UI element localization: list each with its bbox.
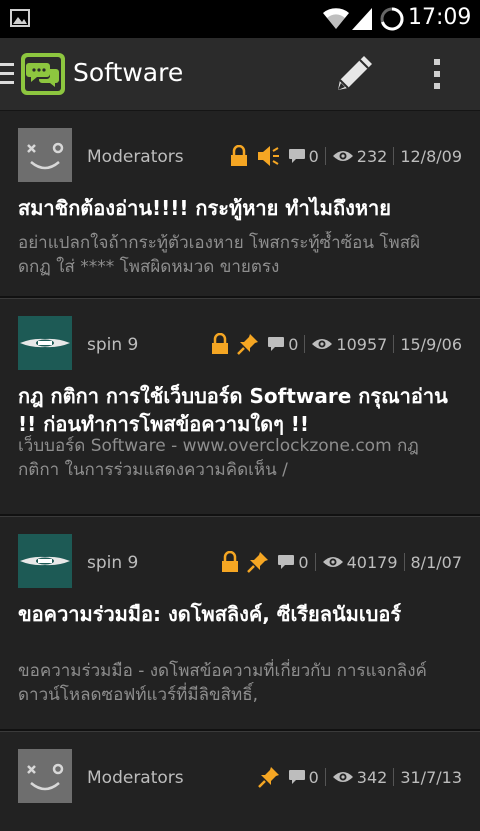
views-count: 342 — [332, 767, 388, 787]
replies-value: 0 — [308, 146, 319, 166]
overflow-menu-icon[interactable] — [431, 57, 443, 91]
divider — [314, 553, 316, 571]
signal-icon — [352, 8, 372, 30]
app-logo-chat-icon[interactable] — [20, 52, 66, 96]
mini-works-avatar-icon — [18, 316, 72, 370]
thread-item[interactable]: Moderators 0 342 31/7/13 — [0, 731, 480, 831]
views-value: 10957 — [336, 334, 388, 354]
compose-pencil-icon[interactable] — [334, 52, 376, 94]
comment-icon — [288, 149, 305, 163]
eye-icon — [332, 151, 353, 161]
eye-icon — [312, 339, 333, 349]
thread-list: Moderators 0 232 12/8/09 สมาชิกต้องอ่าน!… — [0, 110, 480, 831]
thread-meta: 0 10957 15/9/06 — [211, 332, 462, 356]
thread-meta: 0 232 12/8/09 — [230, 144, 462, 168]
thread-date: 15/9/06 — [400, 334, 462, 354]
divider — [304, 335, 306, 353]
comment-icon — [268, 337, 285, 351]
replies-count: 0 — [277, 552, 309, 572]
picture-notification-icon — [10, 9, 30, 27]
comment-icon — [278, 555, 295, 569]
thread-date: 31/7/13 — [400, 767, 462, 787]
eye-icon — [322, 557, 343, 567]
moderator-avatar-icon — [18, 749, 72, 803]
status-time: 17:09 — [408, 5, 472, 30]
views-count: 10957 — [311, 335, 387, 354]
comment-icon — [288, 770, 305, 784]
wifi-icon — [323, 8, 349, 29]
forum-title: Software — [73, 58, 184, 87]
mini-works-avatar-icon — [18, 534, 72, 588]
pin-icon — [237, 334, 259, 355]
action-bar: Software — [0, 38, 480, 111]
thread-meta: 0 342 31/7/13 — [257, 765, 462, 789]
status-bar: 17:09 — [0, 0, 480, 38]
thread-item[interactable]: Moderators 0 232 12/8/09 สมาชิกต้องอ่าน!… — [0, 110, 480, 298]
thread-date: 8/1/07 — [410, 552, 463, 572]
replies-value: 0 — [298, 552, 309, 572]
replies-value: 0 — [308, 767, 319, 787]
thread-title: ขอความร่วมมือ: งดโพสลิงค์, ซีเรียลนัมเบอ… — [18, 602, 402, 626]
views-value: 342 — [356, 767, 388, 787]
thread-meta: 0 40179 8/1/07 — [221, 550, 462, 574]
pin-icon — [247, 552, 269, 573]
replies-count: 0 — [267, 335, 298, 354]
thread-author: spin 9 — [87, 335, 139, 355]
thread-excerpt: อย่าแปลกใจถ้ากระทู้ตัวเองหาย โพสกระทู้ซ้… — [18, 233, 421, 277]
views-value: 232 — [356, 146, 388, 166]
moderator-avatar-icon — [18, 128, 72, 182]
divider — [403, 553, 405, 571]
thread-item[interactable]: spin 9 0 — [0, 298, 480, 516]
lock-icon — [230, 145, 247, 166]
thread-item[interactable]: spin 9 0 — [0, 516, 480, 731]
pin-icon — [257, 767, 279, 788]
replies-count: 0 — [288, 147, 319, 166]
thread-author: Moderators — [87, 768, 184, 788]
divider — [393, 335, 395, 353]
replies-value: 0 — [288, 334, 299, 354]
drawer-menu-icon[interactable] — [0, 60, 16, 88]
lock-icon — [212, 333, 229, 354]
divider — [393, 147, 395, 165]
announcement-speaker-icon — [257, 146, 279, 166]
thread-author: Moderators — [87, 147, 184, 167]
eye-icon — [332, 772, 353, 782]
thread-author: spin 9 — [87, 553, 139, 573]
battery-ring-icon — [380, 7, 404, 31]
lock-icon — [222, 551, 239, 572]
divider — [324, 768, 326, 786]
views-value: 40179 — [346, 552, 398, 572]
views-count: 40179 — [322, 553, 398, 572]
thread-excerpt: ขอความร่วมมือ - งดโพสข้อความที่เกี่ยวกับ… — [18, 661, 427, 705]
views-count: 232 — [332, 146, 388, 166]
thread-title: กฎ กติกา การใช้เว็บบอร์ด Software กรุณาอ… — [18, 384, 448, 436]
thread-date: 12/8/09 — [400, 146, 462, 166]
thread-title: สมาชิกต้องอ่าน!!!! กระทู้หาย ทำไมถึงหาย — [18, 196, 391, 220]
thread-excerpt: เว็บบอร์ด Software - www.overclockzone.c… — [18, 436, 419, 480]
replies-count: 0 — [288, 768, 319, 787]
divider — [393, 768, 395, 786]
divider — [324, 147, 326, 165]
